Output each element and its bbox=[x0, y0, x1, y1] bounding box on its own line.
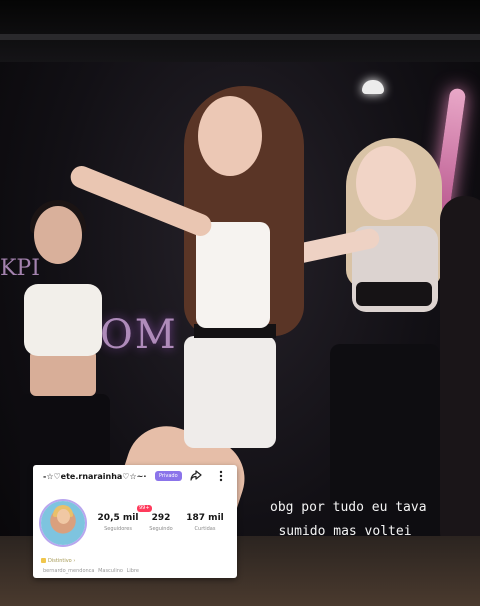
notification-badge: 99+ bbox=[137, 505, 152, 512]
dancer-left-head bbox=[34, 206, 82, 264]
dancer-far-right bbox=[440, 196, 480, 556]
stat-following-label: Seguindo bbox=[149, 526, 173, 532]
avatar-face bbox=[57, 509, 70, 524]
dancer-center-shorts bbox=[184, 336, 276, 448]
stat-followers[interactable]: 20,5 mil Seguidores bbox=[94, 513, 142, 532]
avatar[interactable] bbox=[41, 501, 85, 545]
dancer-left-top bbox=[24, 284, 102, 356]
dancer-right-head bbox=[356, 146, 416, 220]
stat-followers-value: 20,5 mil bbox=[97, 513, 139, 523]
more-icon[interactable] bbox=[217, 469, 225, 483]
share-icon[interactable] bbox=[189, 469, 203, 483]
distintivo-link[interactable]: Distintivo › bbox=[41, 558, 75, 564]
profile-meta: bernardo_mendonca Masculino Libre bbox=[43, 568, 139, 574]
ceiling-rail bbox=[0, 34, 480, 40]
stat-following-value: 292 bbox=[151, 513, 171, 523]
profile-username: -☆♡ete.rnarainha♡☆~· bbox=[43, 472, 147, 481]
stat-likes[interactable]: 187 mil Curtidas bbox=[181, 513, 229, 532]
caption: obg por tudo eu tava sumido mas voltei bbox=[270, 496, 427, 544]
dancer-center-head bbox=[198, 96, 262, 176]
caption-line-2: sumido mas voltei bbox=[278, 524, 412, 539]
profile-badge: Privado bbox=[155, 471, 182, 481]
background-sign: OM bbox=[100, 312, 178, 358]
dancer-right-bra bbox=[356, 282, 432, 306]
dancer-left-body bbox=[30, 350, 96, 396]
profile-card: -☆♡ete.rnarainha♡☆~· Privado 99+ 20,5 mi… bbox=[33, 465, 237, 578]
stat-likes-value: 187 mil bbox=[186, 513, 224, 523]
stat-likes-label: Curtidas bbox=[194, 526, 216, 532]
stat-followers-label: Seguidores bbox=[104, 526, 132, 532]
background-sign-left: KPI bbox=[0, 256, 40, 281]
ceiling-lamp bbox=[362, 80, 384, 94]
video-frame: KPI OM -☆♡ete.rnarainha♡☆~· Privado 99+ … bbox=[0, 0, 480, 606]
caption-line-1: obg por tudo eu tava bbox=[270, 500, 427, 515]
ceiling bbox=[0, 0, 480, 62]
stat-following[interactable]: 292 Seguindo bbox=[137, 513, 185, 532]
dancer-center-top bbox=[196, 222, 270, 328]
